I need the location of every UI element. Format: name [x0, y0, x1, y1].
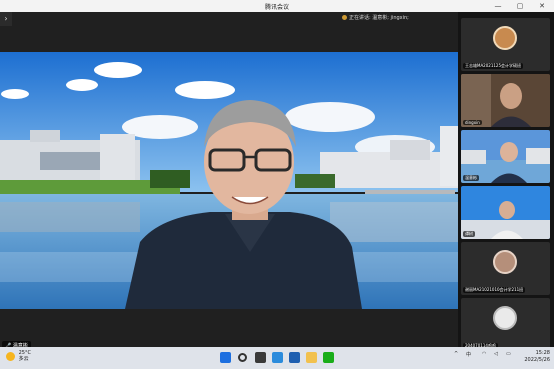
- start-icon[interactable]: [220, 352, 231, 363]
- weather-desc: 多云: [18, 356, 29, 362]
- time: 15:28: [535, 350, 550, 356]
- participant-name: 温意彬: [463, 175, 479, 181]
- participant-name: 王志雄MA2021125会计学硕班: [463, 63, 524, 69]
- avatar: [493, 250, 517, 274]
- window-title: 腾讯会议: [264, 4, 289, 11]
- avatar: [493, 306, 517, 330]
- task-view-icon[interactable]: [255, 352, 266, 363]
- windows-taskbar: 25°C 多云 ^ 中 ◠ ◁ ▭ 15:28 2022/5/26: [0, 347, 554, 369]
- store-icon[interactable]: [289, 352, 300, 363]
- weather-widget[interactable]: 25°C 多云: [6, 350, 31, 362]
- participant-tile[interactable]: 204070114鸡鸡: [461, 298, 550, 351]
- wechat-icon[interactable]: [323, 352, 334, 363]
- main-video[interactable]: [0, 52, 458, 309]
- date: 2022/5/26: [524, 357, 550, 363]
- avatar: [493, 26, 517, 50]
- minimize-button[interactable]: —: [490, 0, 506, 12]
- participant-name: 谢丽MA21021010会计学211班: [463, 287, 526, 293]
- weather-icon: [6, 351, 15, 361]
- maximize-button[interactable]: ▢: [512, 0, 528, 12]
- ime-indicator[interactable]: 中: [466, 351, 471, 358]
- participant-name: 谭树: [463, 231, 475, 237]
- edge-icon[interactable]: [272, 352, 283, 363]
- collapse-toolbar-button[interactable]: ›: [0, 12, 12, 26]
- battery-icon[interactable]: ▭: [506, 351, 511, 357]
- microphone-icon: [342, 15, 347, 20]
- taskbar-clock[interactable]: 15:28 2022/5/26: [524, 350, 550, 364]
- speaking-indicator: 正在讲话: 温意彬; jingxin;: [342, 14, 409, 21]
- participant-tile[interactable]: 王志雄MA2021125会计学硕班: [461, 18, 550, 71]
- wifi-icon[interactable]: ◠: [482, 351, 486, 357]
- speaking-text: 正在讲话: 温意彬; jingxin;: [349, 15, 409, 21]
- search-icon[interactable]: [238, 353, 247, 362]
- participant-tile[interactable]: dingxin: [461, 74, 550, 127]
- close-button[interactable]: ✕: [534, 0, 550, 12]
- speaker-video-frame: [0, 52, 458, 309]
- file-explorer-icon[interactable]: [306, 352, 317, 363]
- volume-icon[interactable]: ◁: [494, 351, 498, 357]
- title-bar: 腾讯会议 — ▢ ✕: [0, 0, 554, 12]
- participant-tile[interactable]: 谭树: [461, 186, 550, 239]
- chevron-up-icon[interactable]: ^: [454, 351, 458, 357]
- participant-tile[interactable]: 谢丽MA21021010会计学211班: [461, 242, 550, 295]
- participant-gallery: 王志雄MA2021125会计学硕班 dingxin 温意彬 谭树 谢丽MA210…: [458, 12, 554, 351]
- participant-tile[interactable]: 温意彬: [461, 130, 550, 183]
- participant-name: dingxin: [463, 120, 482, 125]
